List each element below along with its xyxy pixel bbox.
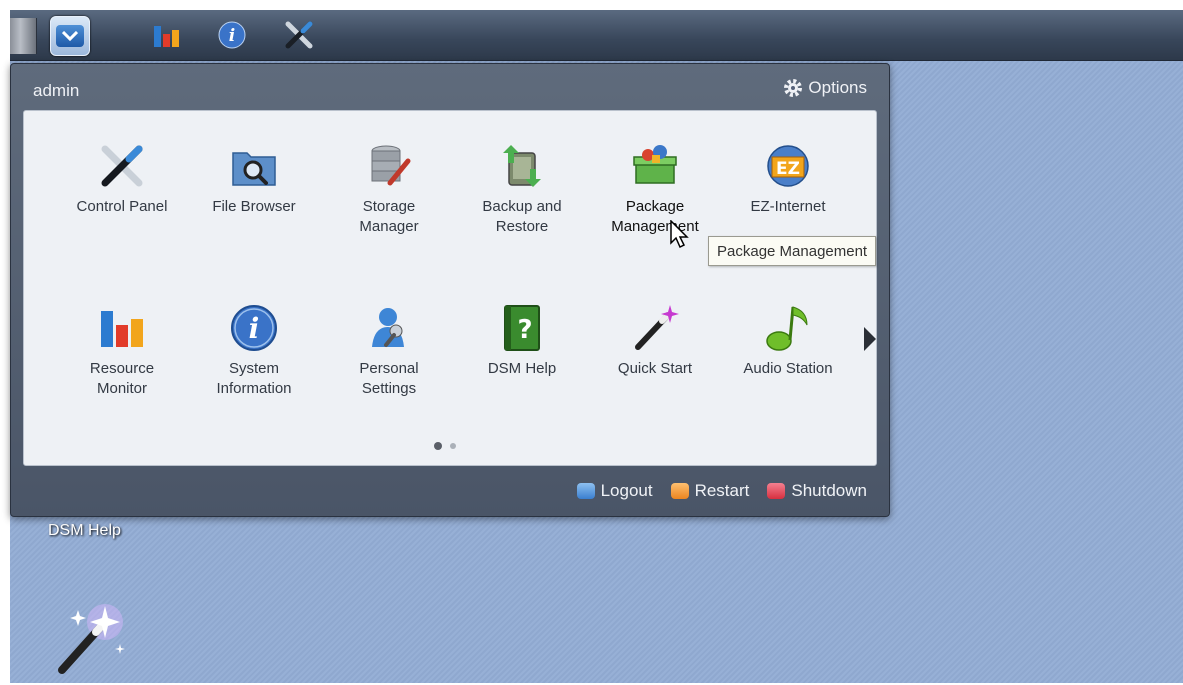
app-label: System Information: [216, 360, 292, 397]
gear-icon: [784, 79, 803, 97]
logout-label: Logout: [600, 481, 653, 500]
logout-button[interactable]: Logout: [576, 481, 653, 501]
app-ez-internet[interactable]: EZ EZ-Internet: [728, 141, 848, 217]
app-dsm-help[interactable]: ? DSM Help: [462, 303, 582, 379]
chevron-down-icon: [56, 25, 84, 47]
app-label: Backup and Restore: [482, 198, 562, 235]
next-page-arrow-icon[interactable]: [864, 327, 876, 351]
shutdown-label: Shutdown: [791, 481, 867, 500]
app-label: Package Management: [611, 198, 699, 235]
main-menu-button[interactable]: [50, 16, 90, 56]
main-menu-panel: admin Options Control Panel File Browser…: [10, 63, 890, 517]
ez-internet-icon: EZ: [763, 141, 813, 191]
app-quick-start[interactable]: Quick Start: [595, 303, 715, 379]
app-label: DSM Help: [487, 360, 557, 377]
app-personal-settings[interactable]: Personal Settings: [329, 303, 449, 399]
options-label: Options: [808, 78, 867, 97]
app-package-management[interactable]: Package Management: [595, 141, 715, 237]
logout-icon: [576, 483, 595, 499]
system-info-icon: i: [218, 21, 246, 49]
desktop-icon-quick-start[interactable]: [50, 600, 130, 680]
app-label: File Browser: [212, 198, 296, 215]
quick-start-icon: [58, 604, 125, 674]
svg-text:EZ: EZ: [776, 159, 800, 179]
app-audio-station[interactable]: Audio Station: [728, 303, 848, 379]
page-dot-active[interactable]: [434, 442, 442, 450]
svg-text:i: i: [229, 26, 235, 46]
menu-footer: Logout Restart Shutdown: [576, 481, 867, 501]
restart-icon: [670, 483, 689, 499]
system-info-icon: i: [229, 303, 279, 353]
dsm-help-icon: ?: [497, 303, 547, 353]
resource-monitor-icon: [97, 303, 147, 353]
app-label: Quick Start: [617, 360, 693, 377]
app-control-panel[interactable]: Control Panel: [62, 141, 182, 217]
svg-text:?: ?: [517, 315, 532, 345]
app-resource-monitor[interactable]: Resource Monitor: [62, 303, 182, 399]
resource-monitor-icon: [154, 26, 179, 47]
audio-station-icon: [763, 303, 813, 353]
control-panel-taskbar-button[interactable]: [280, 16, 318, 54]
personal-settings-icon: [364, 303, 414, 353]
control-panel-icon: [97, 141, 147, 191]
tooltip: Package Management: [708, 236, 877, 266]
app-label: Storage Manager: [359, 198, 419, 235]
package-management-icon: [630, 141, 680, 191]
shutdown-button[interactable]: Shutdown: [767, 481, 867, 501]
page-indicator: [434, 442, 456, 450]
app-label: Audio Station: [743, 360, 833, 377]
file-browser-icon: [229, 141, 279, 191]
page-dot[interactable]: [450, 443, 456, 449]
taskbar: i: [10, 10, 1183, 61]
app-backup-restore[interactable]: Backup and Restore: [462, 141, 582, 237]
app-storage-manager[interactable]: Storage Manager: [329, 141, 449, 237]
control-panel-icon: [285, 21, 313, 49]
mouse-cursor-icon: [670, 220, 689, 249]
app-label: Control Panel: [76, 198, 168, 215]
options-button[interactable]: Options: [783, 78, 867, 98]
restart-button[interactable]: Restart: [670, 481, 750, 501]
app-system-information[interactable]: i System Information: [194, 303, 314, 399]
backup-restore-icon: [497, 141, 547, 191]
quick-start-icon: [630, 303, 680, 353]
resource-monitor-taskbar-button[interactable]: [148, 16, 186, 54]
restart-label: Restart: [694, 481, 750, 500]
app-grid: Control Panel File Browser Storage Manag…: [23, 110, 877, 466]
app-label: Personal Settings: [359, 360, 419, 397]
svg-text:i: i: [249, 312, 260, 345]
taskbar-grip[interactable]: [10, 18, 37, 54]
shutdown-icon: [767, 483, 786, 499]
system-info-taskbar-button[interactable]: i: [213, 16, 251, 54]
desktop-icon-label: DSM Help: [48, 522, 121, 539]
app-label: EZ-Internet: [750, 198, 826, 215]
app-file-browser[interactable]: File Browser: [194, 141, 314, 217]
app-label: Resource Monitor: [89, 360, 155, 397]
storage-manager-icon: [364, 141, 414, 191]
menu-username: admin: [33, 81, 80, 100]
